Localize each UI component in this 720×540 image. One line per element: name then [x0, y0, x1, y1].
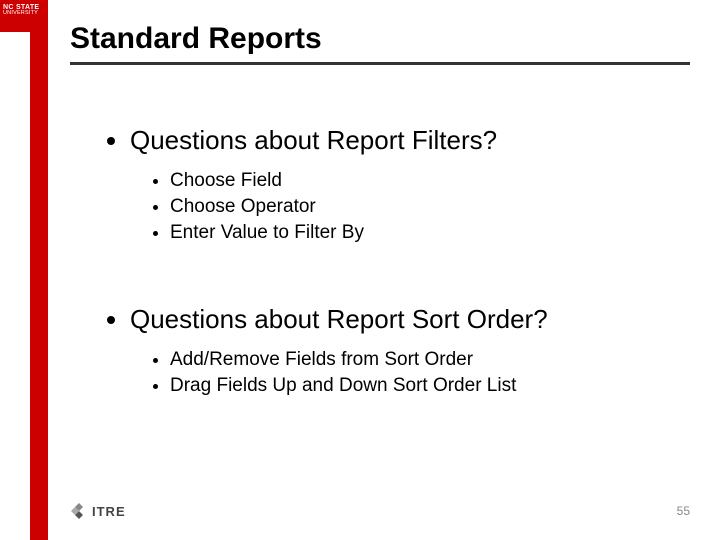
- page-number: 55: [677, 504, 690, 518]
- left-accent-bar: [30, 0, 48, 540]
- list-item: Choose Operator: [170, 196, 690, 218]
- footer-org-text: ITRE: [92, 504, 126, 519]
- list-item: Add/Remove Fields from Sort Order: [170, 349, 690, 371]
- slide-content: Standard Reports Questions about Report …: [70, 22, 690, 457]
- section-heading: Questions about Report Sort Order?: [130, 304, 690, 335]
- list-item: Enter Value to Filter By: [170, 222, 690, 244]
- list-item: Drag Fields Up and Down Sort Order List: [170, 375, 690, 397]
- section-heading: Questions about Report Filters?: [130, 125, 690, 156]
- section-filters: Questions about Report Filters? Choose F…: [110, 125, 690, 244]
- list-item: Choose Field: [170, 170, 690, 192]
- itre-logo-icon: [70, 502, 88, 520]
- footer-logo: ITRE: [70, 502, 126, 520]
- ncsu-logo-line2: UNIVERSITY: [3, 11, 45, 17]
- ncsu-logo: NC STATE UNIVERSITY: [0, 0, 48, 32]
- slide-title: Standard Reports: [70, 22, 690, 65]
- section-sort-order: Questions about Report Sort Order? Add/R…: [110, 304, 690, 397]
